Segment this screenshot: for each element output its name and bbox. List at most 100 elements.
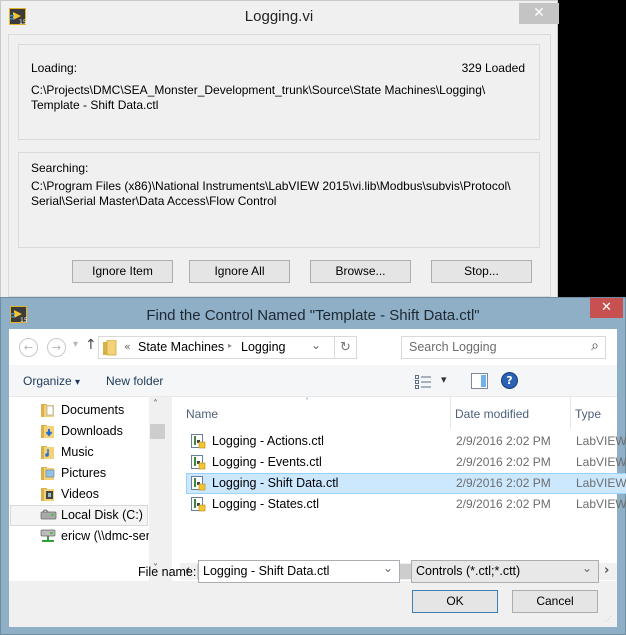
- file-row-selected[interactable]: Logging - Shift Data.ctl 2/9/2016 2:02 P…: [186, 473, 626, 494]
- preview-pane-icon[interactable]: [471, 373, 488, 392]
- local-disk-icon: [40, 508, 57, 523]
- organize-button[interactable]: Organize ▾: [23, 374, 80, 388]
- navigation-pane-scrollbar[interactable]: ˄ ˅: [149, 397, 166, 581]
- labview-control-file-icon: [191, 497, 206, 512]
- nav-item-label: Documents: [61, 403, 125, 417]
- folder-icon: [103, 339, 117, 359]
- recent-locations-button[interactable]: ▾: [73, 339, 78, 350]
- file-date: 2/9/2016 2:02 PM: [456, 476, 551, 490]
- column-header-type[interactable]: Type: [575, 407, 601, 421]
- close-icon: ✕: [601, 300, 612, 315]
- file-row[interactable]: Logging - Actions.ctl 2/9/2016 2:02 PM L…: [186, 431, 626, 452]
- address-dropdown-icon[interactable]: ⌄: [311, 338, 321, 352]
- back-button[interactable]: ←: [19, 338, 38, 357]
- resize-grip-icon[interactable]: ⋰: [605, 615, 612, 623]
- chevron-down-icon: ▾: [75, 377, 81, 388]
- close-icon: ✕: [533, 5, 545, 21]
- file-date: 2/9/2016 2:02 PM: [456, 455, 551, 469]
- nav-item-pictures[interactable]: Pictures: [10, 463, 148, 484]
- chevron-down-icon[interactable]: ⌄: [383, 561, 393, 575]
- help-icon[interactable]: ?: [501, 372, 518, 389]
- forward-button[interactable]: →: [47, 338, 66, 357]
- close-button[interactable]: ✕: [519, 3, 559, 24]
- loading-dialog-titlebar[interactable]: 15 Logging.vi ✕: [1, 1, 559, 32]
- view-options-icon[interactable]: [415, 375, 431, 392]
- breadcrumb-overflow[interactable]: «: [124, 340, 131, 353]
- file-date: 2/9/2016 2:02 PM: [456, 434, 551, 448]
- file-name-label: File name:: [138, 565, 197, 579]
- file-row[interactable]: Logging - States.ctl 2/9/2016 2:02 PM La…: [186, 494, 626, 515]
- breadcrumb-separator-icon[interactable]: ▸: [228, 341, 232, 350]
- file-row[interactable]: Logging - Events.ctl 2/9/2016 2:02 PM La…: [186, 452, 626, 473]
- sort-ascending-icon: ˄: [305, 397, 309, 406]
- file-type: LabVIEW C: [576, 434, 626, 448]
- file-name: Logging - Shift Data.ctl: [212, 476, 339, 490]
- loaded-count: 329 Loaded: [461, 61, 525, 75]
- refresh-icon: ↻: [340, 340, 351, 355]
- nav-item-downloads[interactable]: Downloads: [10, 421, 148, 442]
- file-type-value: Controls (*.ctl;*.ctt): [416, 564, 521, 578]
- searching-path-line1: C:\Program Files (x86)\National Instrume…: [31, 179, 511, 193]
- file-name: Logging - States.ctl: [212, 497, 320, 511]
- nav-item-local-disk[interactable]: Local Disk (C:): [10, 505, 148, 526]
- scroll-right-icon[interactable]: ›: [604, 563, 609, 578]
- nav-item-videos[interactable]: Videos: [10, 484, 148, 505]
- file-date: 2/9/2016 2:02 PM: [456, 497, 551, 511]
- ignore-item-button[interactable]: Ignore Item: [72, 260, 173, 283]
- music-folder-icon: [40, 445, 56, 460]
- ignore-all-button[interactable]: Ignore All: [189, 260, 290, 283]
- nav-item-network-drive[interactable]: ericw (\\dmc-ser: [10, 526, 150, 547]
- network-drive-icon: [40, 529, 56, 544]
- ok-button[interactable]: OK: [412, 590, 498, 613]
- navigation-pane: Documents Downloads Music Pictures Video…: [9, 397, 166, 581]
- scroll-up-icon[interactable]: ˄: [153, 399, 158, 410]
- search-box[interactable]: Search Logging ⌕: [401, 336, 606, 359]
- find-dialog-title: Find the Control Named "Template - Shift…: [146, 307, 480, 324]
- pictures-folder-icon: [40, 466, 56, 481]
- file-type: LabVIEW C: [576, 497, 626, 511]
- cancel-button[interactable]: Cancel: [512, 590, 598, 613]
- scrollbar-thumb[interactable]: [150, 424, 165, 439]
- file-type: LabVIEW C: [576, 476, 626, 490]
- dialog-client-area: ← → ▾ ↑ « State Machines ▸ Logging ⌄ ↻ S…: [9, 329, 626, 627]
- column-header-date-modified[interactable]: Date modified: [455, 407, 529, 421]
- up-button[interactable]: ↑: [85, 337, 97, 353]
- organize-label: Organize: [23, 374, 72, 388]
- breadcrumb-state-machines[interactable]: State Machines: [138, 340, 224, 354]
- labview-control-file-icon: [191, 455, 206, 470]
- view-dropdown-icon[interactable]: ▾: [441, 373, 447, 386]
- address-bar[interactable]: « State Machines ▸ Logging ⌄: [98, 336, 335, 359]
- loading-path-line2: Template - Shift Data.ctl: [31, 98, 159, 112]
- column-divider[interactable]: [570, 397, 571, 429]
- browse-button[interactable]: Browse...: [310, 260, 411, 283]
- loading-dialog: 15 Logging.vi ✕ Loading: 329 Loaded C:\P…: [0, 0, 559, 300]
- close-button[interactable]: ✕: [590, 298, 623, 318]
- search-input[interactable]: Search Logging: [409, 340, 497, 354]
- new-folder-button[interactable]: New folder: [106, 374, 163, 388]
- column-divider[interactable]: [450, 397, 451, 429]
- nav-item-label: Videos: [61, 487, 99, 501]
- file-name-input[interactable]: Logging - Shift Data.ctl: [203, 564, 329, 578]
- breadcrumb-logging[interactable]: Logging: [241, 340, 286, 354]
- refresh-button[interactable]: ↻: [335, 336, 357, 359]
- loading-dialog-title: Logging.vi: [244, 8, 314, 25]
- nav-item-documents[interactable]: Documents: [10, 400, 148, 421]
- file-name-combobox[interactable]: Logging - Shift Data.ctl ⌄: [198, 560, 400, 583]
- nav-item-label: ericw (\\dmc-ser: [61, 529, 150, 543]
- chevron-down-icon: ⌄: [581, 561, 592, 575]
- nav-item-label: Pictures: [61, 466, 107, 480]
- nav-item-music[interactable]: Music: [10, 442, 148, 463]
- searching-group: Searching: C:\Program Files (x86)\Nation…: [18, 152, 540, 248]
- find-control-dialog: 15 Find the Control Named "Template - Sh…: [0, 297, 626, 635]
- file-list: ˄ Name Date modified Type Logging - Acti…: [172, 397, 626, 581]
- search-icon[interactable]: ⌕: [591, 338, 599, 354]
- searching-label: Searching:: [31, 161, 89, 175]
- back-arrow-icon: ←: [23, 341, 34, 354]
- searching-path-line2: Serial\Serial Master\Data Access\Flow Co…: [31, 194, 277, 208]
- documents-folder-icon: [40, 403, 56, 418]
- column-header-name[interactable]: Name: [186, 407, 218, 421]
- stop-button[interactable]: Stop...: [431, 260, 532, 283]
- forward-arrow-icon: →: [51, 341, 62, 354]
- command-toolbar: Organize ▾ New folder ▾ ?: [9, 365, 617, 397]
- file-type-select[interactable]: Controls (*.ctl;*.ctt) ⌄: [411, 560, 599, 583]
